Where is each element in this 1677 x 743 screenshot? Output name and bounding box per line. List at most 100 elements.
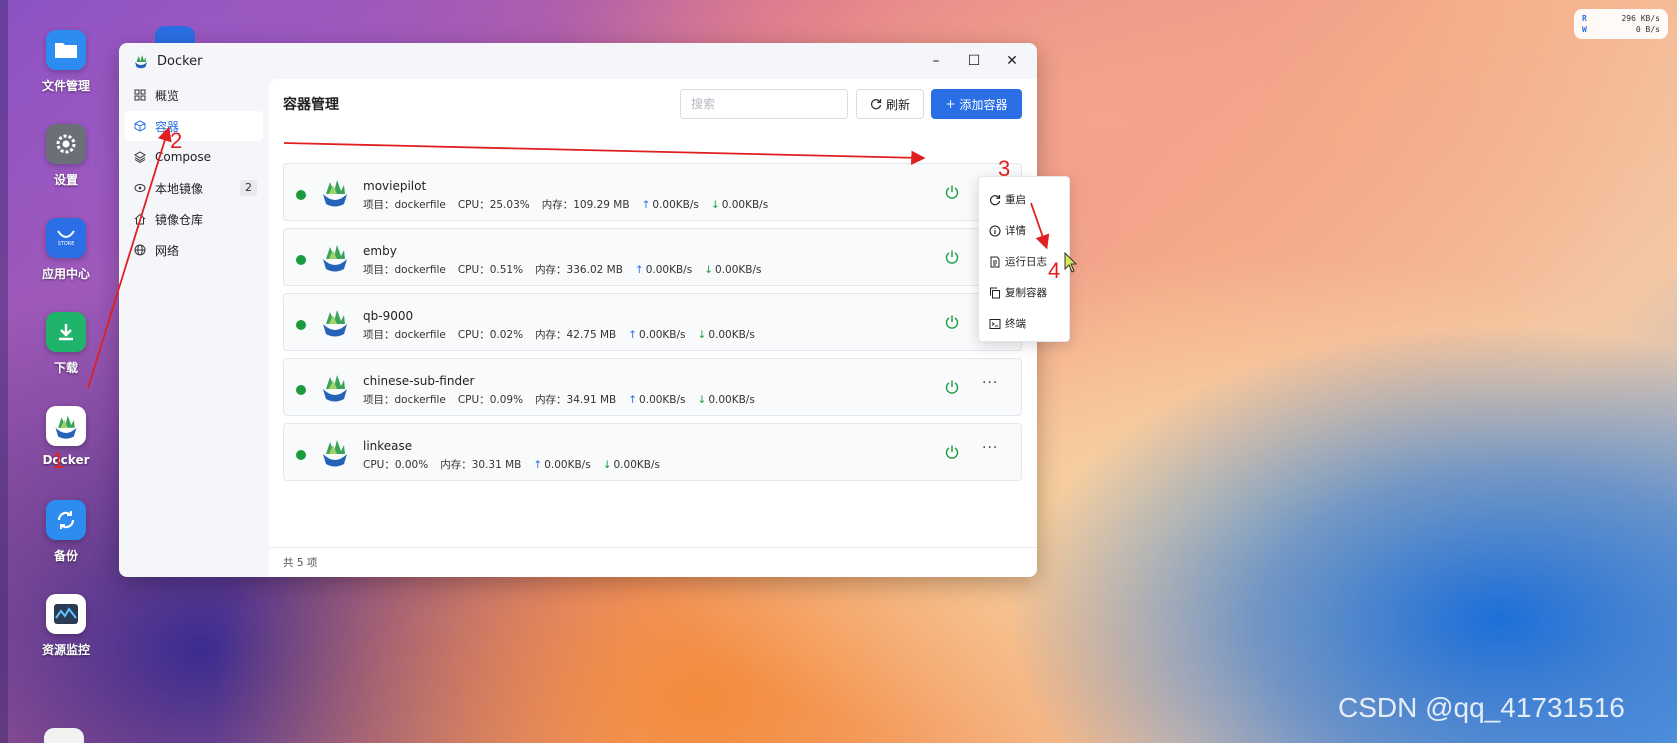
power-icon[interactable]: [944, 314, 960, 330]
download-arrow-icon: ↓: [602, 459, 612, 471]
layers-icon: [133, 150, 147, 164]
desktop-app-backup[interactable]: 备份: [28, 500, 104, 564]
download-arrow-icon: ↓: [697, 329, 707, 341]
desktop-app-label: 文件管理: [41, 79, 90, 93]
upload-arrow-icon: ↑: [628, 329, 638, 341]
more-icon[interactable]: ···: [982, 440, 998, 456]
close-button[interactable]: ✕: [993, 49, 1031, 73]
power-icon[interactable]: [944, 444, 960, 460]
container-meta: CPU：0.00% 内存：30.31 MB ↑ 0.00KB/s ↓ 0.00KB/s: [363, 457, 672, 472]
container-name: qb-9000: [363, 309, 414, 323]
container-logo-icon: [323, 440, 347, 467]
container-cpu: CPU：0.02%: [457, 329, 524, 341]
container-download: 0.00KB/s: [708, 329, 755, 341]
power-icon[interactable]: [944, 249, 960, 265]
step-4-label: 4: [1048, 258, 1061, 283]
container-cpu: CPU：0.09%: [457, 394, 524, 406]
main-panel: 容器管理 刷新 + 添加容器 moviepilot 项目：dockerfile C…: [269, 79, 1037, 577]
container-card-emby[interactable]: emby 项目：dockerfile CPU：0.51% 内存：336.02 MB ↑…: [283, 228, 1022, 286]
desktop-app-label: 设置: [53, 173, 78, 187]
desktop-app-label: 下载: [53, 361, 78, 375]
sidebar-item-compose[interactable]: Compose: [125, 142, 263, 172]
step-1-label: 1: [52, 448, 65, 473]
globe-icon: [133, 243, 147, 257]
container-memory: 内存：109.29 MB: [541, 199, 630, 211]
sidebar-item-label: 镜像仓库: [155, 212, 204, 227]
upload-arrow-icon: ↑: [628, 394, 638, 406]
container-card-linkease[interactable]: linkease CPU：0.00% 内存：30.31 MB ↑ 0.00KB/s ↓ 0…: [283, 423, 1022, 481]
sidebar-item-local-images[interactable]: 本地镜像 2: [125, 173, 263, 203]
mouse-cursor-icon: [1064, 252, 1078, 273]
window-title: Docker: [157, 53, 203, 69]
sidebar-item-label: Compose: [155, 150, 212, 164]
container-logo-icon: [323, 310, 347, 337]
container-meta: 项目：dockerfile CPU：0.09% 内存：34.91 MB ↑ 0.00KB…: [363, 392, 767, 407]
search-input[interactable]: [680, 89, 848, 119]
container-name: chinese-sub-finder: [363, 374, 475, 388]
write-value: 0 B/s: [1635, 25, 1660, 34]
menu-item-terminal[interactable]: 终端: [979, 308, 1069, 339]
minimize-button[interactable]: –: [917, 49, 955, 73]
desktop-app-download[interactable]: 下载: [28, 312, 104, 376]
refresh-button[interactable]: 刷新: [856, 89, 924, 119]
copy-icon: [990, 287, 1000, 298]
container-card-chinese-sub-finder[interactable]: chinese-sub-finder 项目：dockerfile CPU：0.09…: [283, 358, 1022, 416]
status-dot: [296, 385, 306, 395]
more-icon[interactable]: ···: [982, 375, 998, 391]
power-icon[interactable]: [944, 379, 960, 395]
page-title: 容器管理: [283, 97, 339, 113]
refresh-label: 刷新: [885, 97, 910, 112]
container-upload: 0.00KB/s: [639, 329, 686, 341]
menu-item-label: 详情: [1005, 225, 1026, 237]
desktop-app-docker[interactable]: Docker: [28, 406, 104, 467]
title-bar[interactable]: Docker – ☐ ✕: [119, 43, 1037, 79]
sidebar-item-label: 概览: [155, 88, 180, 103]
info-icon: [989, 224, 1001, 237]
container-card-qb-9000[interactable]: qb-9000 项目：dockerfile CPU：0.02% 内存：42.75 M…: [283, 293, 1022, 351]
container-memory: 内存：42.75 MB: [535, 329, 617, 341]
container-project: 项目：dockerfile: [363, 199, 446, 211]
upload-arrow-icon: ↑: [641, 199, 651, 211]
desktop-app-label: 资源监控: [41, 643, 90, 657]
container-download: 0.00KB/s: [708, 394, 755, 406]
plus-icon: +: [945, 97, 956, 111]
container-logo-icon: [323, 180, 347, 207]
cube-icon: [133, 119, 147, 133]
sidebar-item-containers[interactable]: 容器: [125, 111, 263, 141]
sidebar-item-network[interactable]: 网络: [125, 235, 263, 265]
step-2-label: 2: [170, 128, 183, 153]
menu-item-restart[interactable]: 重启: [979, 184, 1069, 215]
download-icon: [46, 312, 86, 352]
container-upload: 0.00KB/s: [639, 394, 686, 406]
sidebar-item-overview[interactable]: 概览: [125, 80, 263, 110]
desktop-app-store[interactable]: STORE 应用中心: [28, 218, 104, 282]
menu-item-details[interactable]: 详情: [979, 215, 1069, 246]
container-name: emby: [363, 244, 397, 258]
partial-app-icon[interactable]: [44, 728, 84, 743]
upload-arrow-icon: ↑: [634, 264, 644, 276]
docker-icon: [46, 406, 86, 446]
grid-icon: [133, 88, 147, 102]
add-container-button[interactable]: + 添加容器: [931, 89, 1022, 119]
container-project: 项目：dockerfile: [363, 394, 446, 406]
download-arrow-icon: ↓: [710, 199, 720, 211]
status-dot: [296, 255, 306, 265]
container-upload: 0.00KB/s: [544, 459, 591, 471]
desktop-app-settings[interactable]: 设置: [28, 124, 104, 188]
maximize-button[interactable]: ☐: [955, 49, 993, 73]
read-value: 296 KB/s: [1621, 14, 1660, 23]
menu-item-label: 运行日志: [1005, 256, 1047, 268]
folder-icon: [46, 30, 86, 70]
desktop-app-files[interactable]: 文件管理: [28, 30, 104, 94]
container-card-moviepilot[interactable]: moviepilot 项目：dockerfile CPU：25.03% 内存：109…: [283, 163, 1022, 221]
download-arrow-icon: ↓: [704, 264, 714, 276]
store-icon-text: STORE: [57, 241, 75, 247]
home-icon: [133, 212, 147, 226]
desktop-app-monitor[interactable]: 资源监控: [28, 594, 104, 658]
container-memory: 内存：30.31 MB: [440, 459, 522, 471]
menu-item-label: 重启: [1005, 194, 1026, 206]
container-name: moviepilot: [363, 179, 427, 193]
sidebar-item-registry[interactable]: 镜像仓库: [125, 204, 263, 234]
container-upload: 0.00KB/s: [645, 264, 693, 276]
power-icon[interactable]: [944, 184, 960, 200]
